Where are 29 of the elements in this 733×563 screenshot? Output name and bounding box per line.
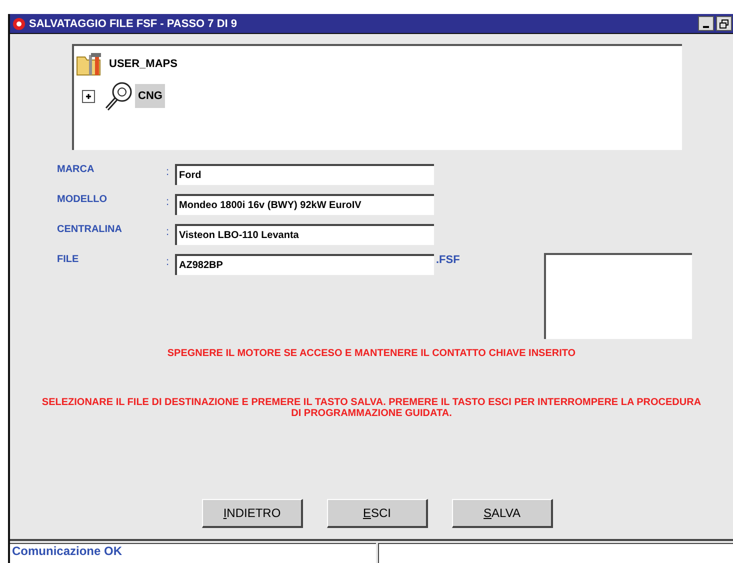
tree-item[interactable]: USER_MAPS [106,52,180,76]
action-button[interactable]: INDIETRO [202,499,303,528]
input-field[interactable]: AZ982BP [175,254,434,275]
restore-icon [719,18,729,28]
folder-tools-icon [76,51,104,77]
input-field[interactable]: Visteon LBO-110 Levanta [175,224,434,245]
warning-message: SELEZIONARE IL FILE DI DESTINAZIONE E PREMERE IL TASTO SALVA. PREMERE IL TASTO ESCI PER INTERROMPERE LA PROCEDURA DI PROGRAMMAZIONE GUIDATA. [40,397,702,419]
input-field[interactable]: Ford [175,164,434,185]
field-label: MARCA [57,164,96,175]
input-field[interactable]: Mondeo 1800i 16v (BWY) 92kW EuroIV [175,194,434,215]
restore-button[interactable] [716,16,732,31]
action-button[interactable]: SALVA [452,499,553,528]
warning-message: SPEGNERE IL MOTORE SE ACCESO E MANTENERE IL CONTATTO CHIAVE INSERITO [167,348,576,359]
window-title: SALVATAGGIO FILE FSF - PASSO 7 DI 9 [29,18,238,30]
field-label: FILE [57,254,80,265]
action-button[interactable]: ESCI [327,499,428,528]
tree-item[interactable]: CNG [135,84,166,108]
minimize-icon [703,26,709,28]
minimize-button[interactable] [698,16,714,31]
colon: : [166,196,170,208]
colon: : [166,166,170,178]
colon: : [166,226,170,238]
extension-label: .FSF [436,254,460,266]
app-logo-icon [12,16,26,30]
expand-icon[interactable] [82,90,95,102]
status-panel: Comunicazione OK [10,543,376,563]
colon: : [166,256,170,268]
field-label: CENTRALINA [57,224,123,235]
field-label: MODELLO [57,194,108,205]
